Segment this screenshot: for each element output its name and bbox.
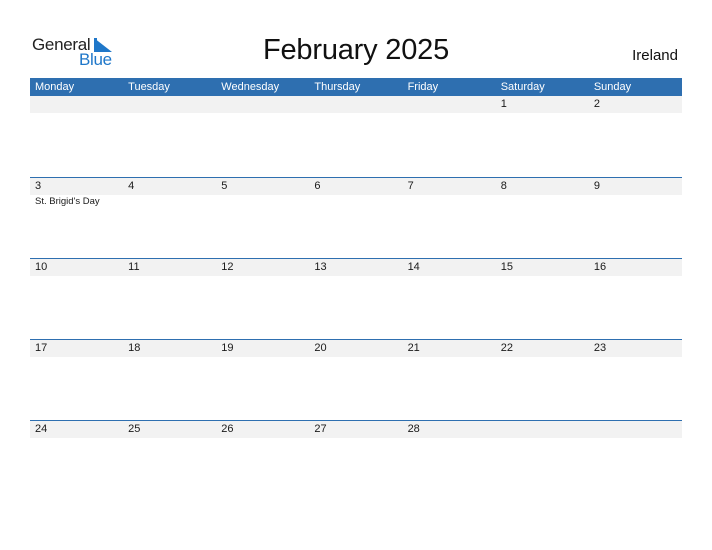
day-number: 23 [593, 342, 607, 354]
day-number: 1 [500, 98, 507, 110]
day-number: 16 [593, 261, 607, 273]
holiday-label [589, 195, 682, 208]
week-row: 3 4 5 6 7 8 9 St. Brigid's Day [30, 177, 682, 258]
holiday-label: St. Brigid's Day [35, 196, 100, 207]
country-label: Ireland [632, 47, 678, 64]
day-number: 11 [128, 261, 140, 273]
day-number [496, 421, 589, 438]
weekday-saturday: Saturday [500, 81, 545, 93]
date-strip: 3 4 5 6 7 8 9 [30, 178, 682, 195]
day-number [309, 96, 402, 113]
day-number: 22 [500, 342, 513, 354]
day-number: 4 [128, 180, 135, 192]
day-number [589, 421, 682, 438]
day-number: 2 [593, 98, 600, 110]
event-strip: St. Brigid's Day [30, 195, 682, 208]
weekday-tuesday: Tuesday [128, 81, 170, 93]
day-number: 6 [314, 180, 321, 192]
holiday-label [403, 195, 496, 208]
date-strip: 10 11 12 13 14 15 16 [30, 259, 682, 276]
day-number: 12 [221, 261, 234, 273]
holiday-label [216, 195, 309, 208]
week-row: 12 [30, 96, 682, 177]
day-number: 7 [407, 180, 414, 192]
day-number [123, 96, 216, 113]
day-number [403, 96, 496, 113]
day-number: 5 [221, 180, 228, 192]
holiday-label [496, 195, 589, 208]
holiday-label [309, 195, 402, 208]
day-number: 10 [35, 261, 48, 273]
week-row: 10 11 12 13 14 15 16 [30, 258, 682, 339]
date-strip: 12 [30, 96, 682, 113]
day-number: 8 [500, 180, 507, 192]
day-number: 13 [314, 261, 327, 273]
weekday-sunday: Sunday [593, 81, 632, 93]
date-strip: 24 25 26 27 28 [30, 421, 682, 438]
weekday-thursday: Thursday [314, 81, 361, 93]
day-number: 25 [128, 423, 141, 435]
day-number [216, 96, 309, 113]
week-row: 17 18 19 20 21 22 23 [30, 339, 682, 420]
weekday-header: Monday Tuesday Wednesday Thursday Friday… [30, 78, 682, 96]
day-number: 20 [314, 342, 327, 354]
date-strip: 17 18 19 20 21 22 23 [30, 340, 682, 357]
day-number: 3 [35, 180, 42, 192]
day-number: 9 [593, 180, 600, 192]
day-number: 26 [221, 423, 234, 435]
weekday-monday: Monday [35, 81, 75, 93]
day-number: 21 [407, 342, 420, 354]
holiday-label [123, 195, 216, 208]
day-number: 18 [128, 342, 141, 354]
day-number [30, 96, 123, 113]
day-number: 28 [407, 423, 420, 435]
day-number: 17 [35, 342, 48, 354]
calendar-grid: Monday Tuesday Wednesday Thursday Friday… [30, 78, 682, 501]
week-row: 24 25 26 27 28 [30, 420, 682, 501]
day-number: 14 [407, 261, 420, 273]
weekday-wednesday: Wednesday [221, 81, 280, 93]
weekday-friday: Friday [407, 81, 439, 93]
day-number: 19 [221, 342, 234, 354]
day-number: 27 [314, 423, 327, 435]
page-title: February 2025 [262, 34, 449, 66]
day-number: 24 [35, 423, 48, 435]
day-number: 15 [500, 261, 513, 273]
